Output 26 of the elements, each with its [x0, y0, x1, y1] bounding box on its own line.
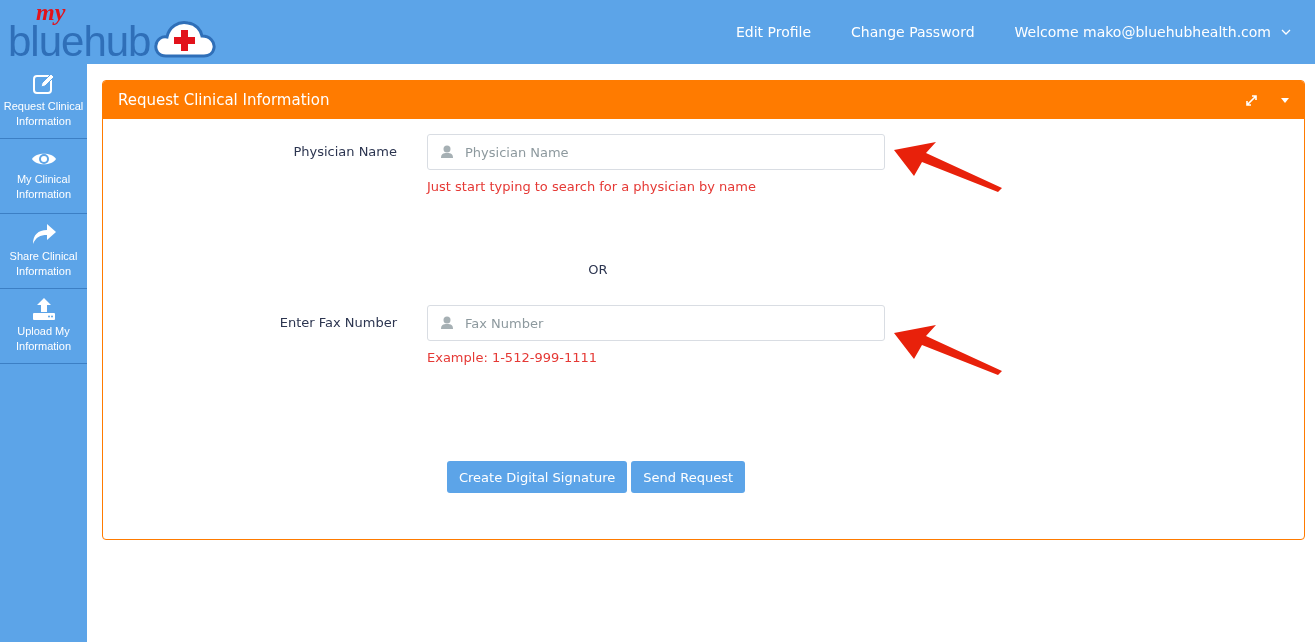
- edit-profile-link[interactable]: Edit Profile: [736, 24, 812, 40]
- person-icon: [441, 316, 453, 329]
- account-menu[interactable]: Welcome mako@bluehubhealth.com: [1014, 24, 1291, 40]
- sidebar-item[interactable]: Request Clinical Information: [0, 99, 87, 129]
- field-label: Enter Fax Number: [278, 314, 397, 332]
- input-field[interactable]: Fax Number: [427, 305, 885, 341]
- input-field[interactable]: Physician Name: [427, 134, 885, 170]
- chevron-down-icon: [1281, 29, 1291, 35]
- sidebar-item[interactable]: Upload My Information: [0, 324, 87, 354]
- caret-icon[interactable]: [1281, 97, 1289, 103]
- field-label: Physician Name: [292, 143, 397, 161]
- sidebar-item[interactable]: My Clinical Information: [0, 172, 87, 202]
- expand-icon[interactable]: [1246, 94, 1257, 106]
- hint-text: Just start typing to search for a physician by name: [427, 179, 757, 194]
- share-arrow-icon: [30, 223, 57, 245]
- panel-title: Request Clinical Information: [118, 91, 330, 109]
- cloud-plus-icon: [154, 18, 217, 58]
- person-icon: [441, 145, 453, 158]
- action-button[interactable]: Create Digital Signature: [447, 461, 628, 493]
- or-separator: OR: [588, 262, 608, 277]
- action-button[interactable]: Send Request: [631, 461, 745, 493]
- sidebar-item[interactable]: Share Clinical Information: [0, 249, 87, 279]
- edit-icon: [31, 73, 56, 95]
- upload-icon: [31, 298, 56, 320]
- change-password-link[interactable]: Change Password: [851, 24, 975, 40]
- hint-text: Example: 1-512-999-1111: [427, 350, 598, 365]
